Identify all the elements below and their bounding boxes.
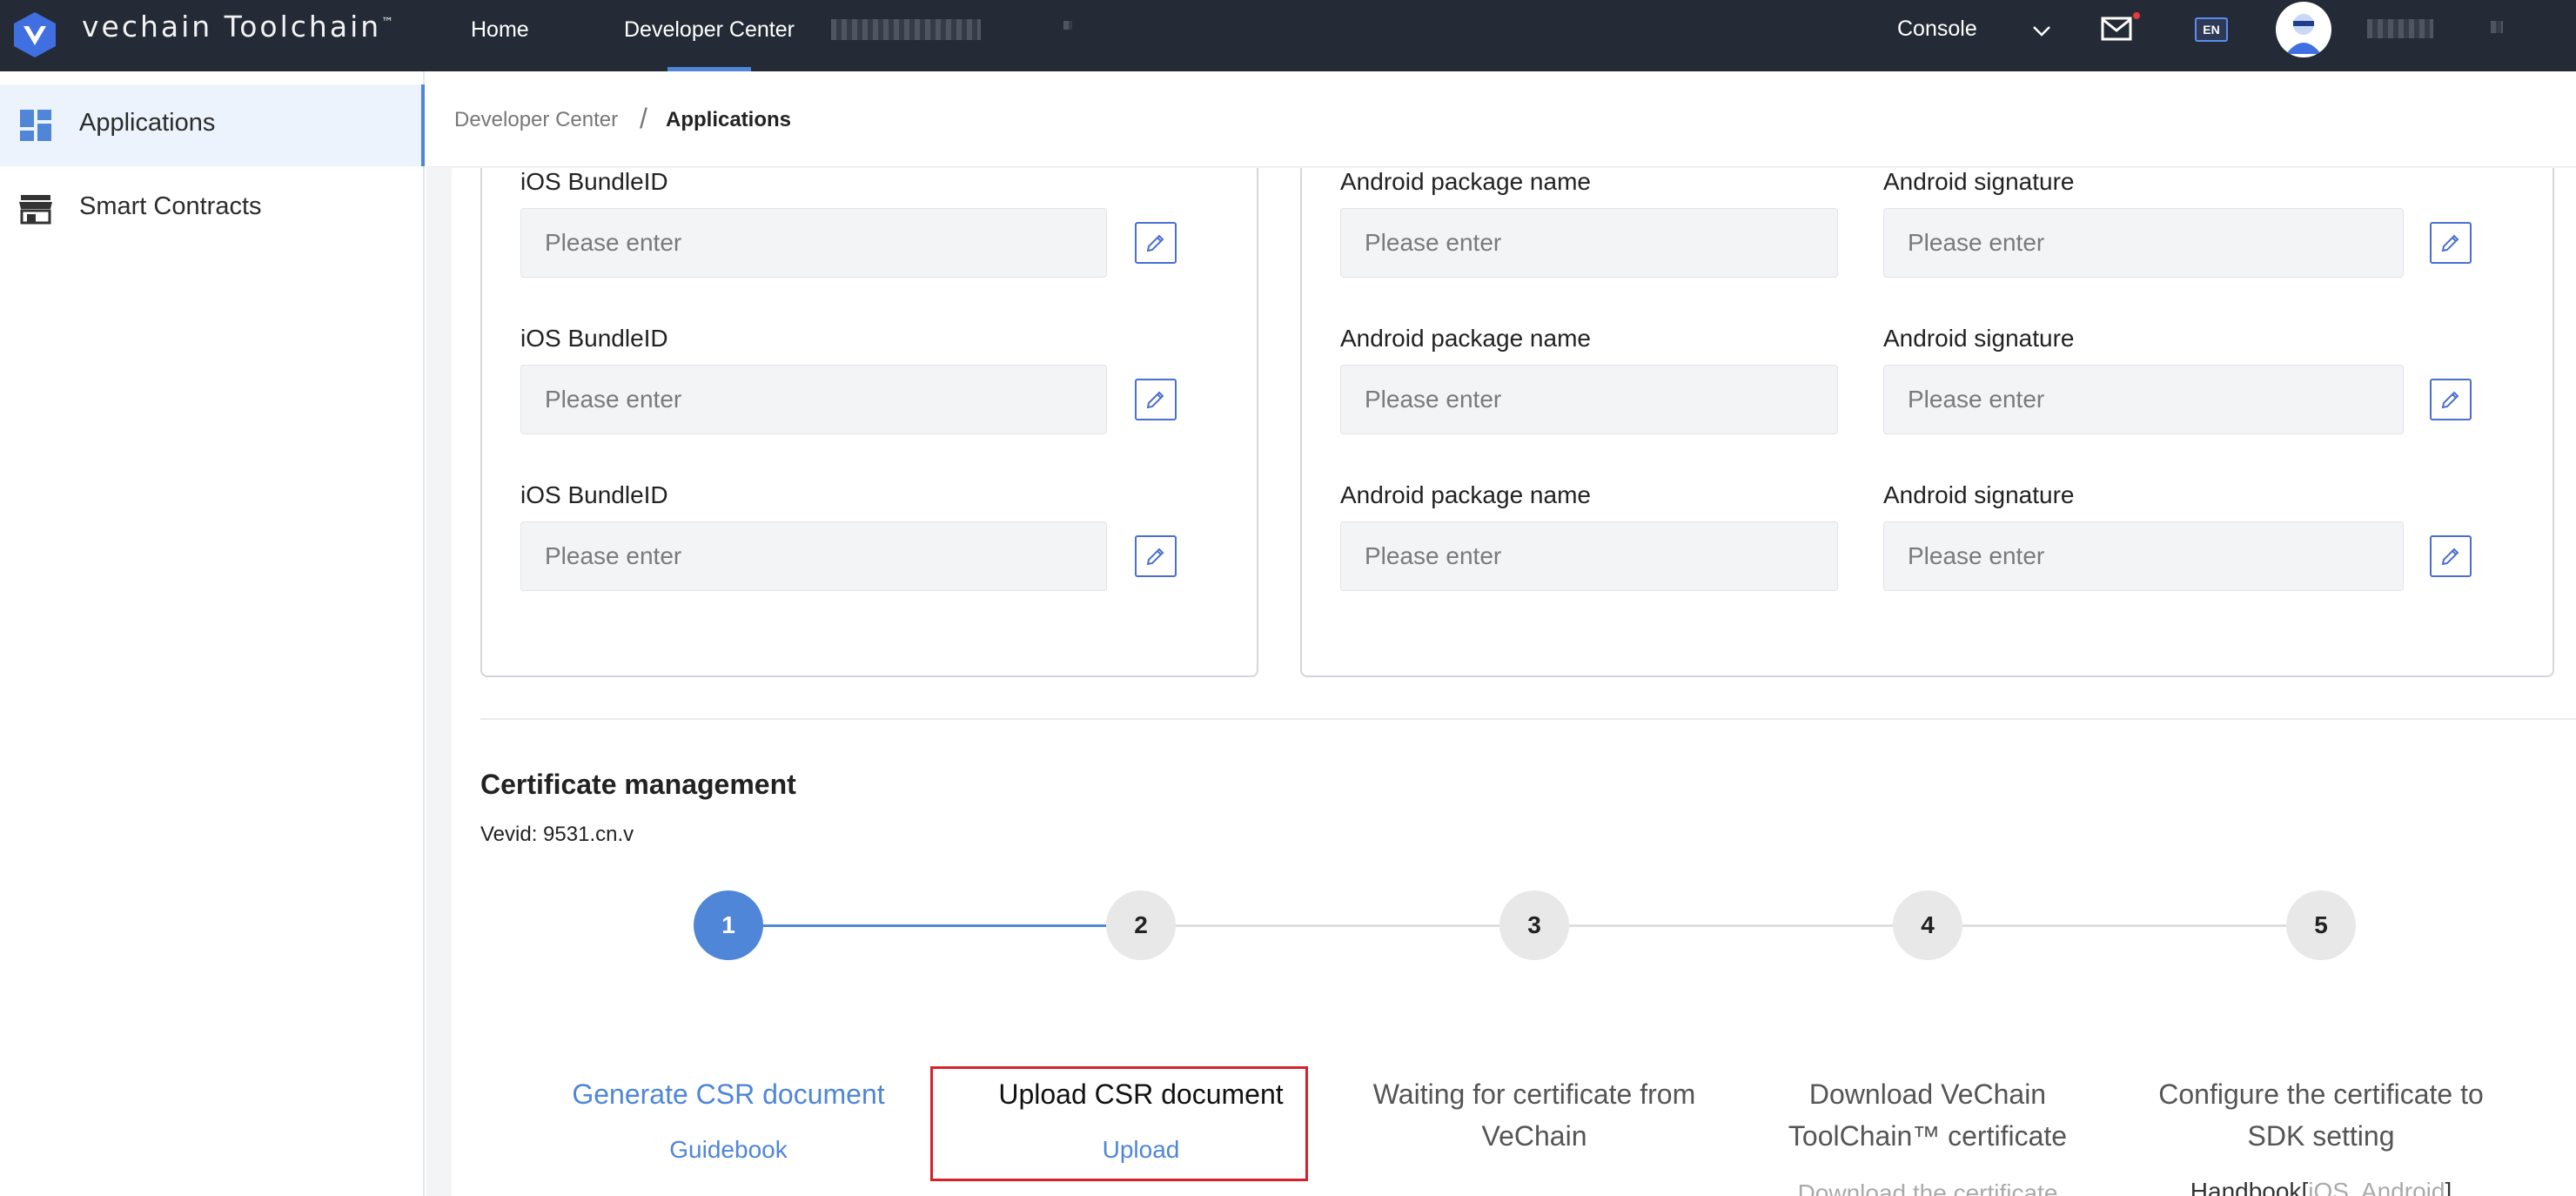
pencil-icon (1146, 234, 1164, 252)
edit-button[interactable] (2430, 535, 2472, 577)
redacted-text (1063, 21, 1072, 30)
handbook-links: Handbook[iOS, Android] (2130, 1178, 2512, 1196)
step-3-circle: 3 (1499, 890, 1569, 960)
redacted-text (2491, 21, 2503, 33)
breadcrumb-developer-center[interactable]: Developer Center (454, 108, 618, 132)
breadcrumb: Developer Center / Applications (426, 71, 2576, 167)
android-package-label: Android package name (1340, 325, 1591, 352)
pencil-icon (2441, 548, 2459, 566)
brand-name[interactable]: vechain Toolchain™ (82, 12, 393, 41)
notification-dot (2133, 12, 2140, 19)
android-signature-label: Android signature (1883, 325, 2075, 352)
step-connector (1569, 924, 1893, 927)
ios-bundleid-input[interactable]: Please enter (520, 365, 1107, 434)
avatar-icon (2286, 14, 2321, 54)
comma: , (2348, 1178, 2361, 1196)
pencil-icon (1146, 391, 1164, 409)
ios-bundleid-input[interactable]: Please enter (520, 521, 1107, 591)
sidebar-item-smart-contracts[interactable]: Smart Contracts (0, 168, 425, 250)
bracket-close: ] (2445, 1178, 2452, 1196)
console-menu[interactable]: Console (1897, 17, 1977, 42)
vechain-logo-icon[interactable] (12, 10, 57, 59)
step-3-title-line2: VeChain (1481, 1120, 1587, 1152)
step-5-circle: 5 (2286, 890, 2356, 960)
certificate-section-title: Certificate management (480, 769, 796, 800)
chevron-down-icon[interactable] (2029, 19, 2054, 44)
guidebook-link[interactable]: Guidebook (537, 1136, 920, 1164)
step-4-circle: 4 (1893, 890, 1962, 960)
ios-bundleid-input[interactable]: Please enter (520, 208, 1107, 278)
pencil-icon (2441, 391, 2459, 409)
redacted-username[interactable] (2367, 19, 2433, 38)
android-signature-label: Android signature (1883, 168, 2075, 195)
sidebar-item-applications[interactable]: Applications (0, 84, 425, 166)
dashboard-icon (20, 110, 51, 141)
download-certificate-link[interactable]: Download the certificate (1736, 1179, 2119, 1196)
step-4-title-line2: ToolChain™ certificate (1788, 1120, 2068, 1152)
breadcrumb-separator: / (640, 103, 647, 134)
android-package-input[interactable]: Please enter (1340, 365, 1838, 434)
ios-bundleid-label: iOS BundleID (520, 481, 668, 508)
android-signature-label: Android signature (1883, 481, 2075, 508)
store-icon (19, 195, 52, 225)
android-package-input[interactable]: Please enter (1340, 208, 1838, 278)
edit-button[interactable] (2430, 379, 2472, 420)
section-divider (480, 718, 2576, 720)
step-3-title: Waiting for certificate from (1372, 1078, 1696, 1110)
vevid-value: Vevid: 9531.cn.v (480, 823, 634, 846)
content-panel: iOS BundleID Please enter iOS BundleID P… (452, 168, 2576, 1196)
android-signature-input[interactable]: Please enter (1883, 208, 2404, 278)
step-4-title: Download VeChain (1808, 1078, 2047, 1110)
step-5-title: Configure the certificate to (2158, 1078, 2484, 1110)
android-package-label: Android package name (1340, 168, 1591, 195)
android-config-box: Android package name Please enter Androi… (1300, 168, 2554, 677)
step-connector (1962, 924, 2286, 927)
android-package-label: Android package name (1340, 481, 1591, 508)
nav-developer-center[interactable]: Developer Center (624, 17, 795, 43)
pencil-icon (1146, 548, 1164, 566)
sidebar-item-label: Applications (79, 109, 216, 137)
step-1-title: Generate CSR document (572, 1078, 885, 1110)
edit-button[interactable] (1135, 379, 1177, 420)
sidebar-item-label: Smart Contracts (79, 192, 262, 220)
highlight-box (930, 1066, 1308, 1181)
redacted-text (831, 19, 981, 40)
step-connector (1176, 924, 1499, 927)
handbook-label: Handbook (2190, 1178, 2302, 1196)
top-bar: vechain Toolchain™ Home Developer Center… (0, 0, 2576, 71)
pencil-icon (2441, 234, 2459, 252)
edit-button[interactable] (2430, 222, 2472, 264)
handbook-ios-link[interactable]: iOS (2308, 1178, 2349, 1196)
main-area: Developer Center / Applications iOS Bund… (426, 71, 2576, 1196)
avatar[interactable] (2276, 2, 2331, 57)
breadcrumb-current: Applications (666, 108, 792, 131)
nav-home[interactable]: Home (471, 17, 529, 43)
edit-button[interactable] (1135, 535, 1177, 577)
ios-bundleid-label: iOS BundleID (520, 325, 668, 352)
ios-config-box: iOS BundleID Please enter iOS BundleID P… (480, 168, 1258, 677)
ios-bundleid-label: iOS BundleID (520, 168, 668, 195)
step-5-title-line2: SDK setting (2247, 1120, 2395, 1152)
android-signature-input[interactable]: Please enter (1883, 521, 2404, 591)
mail-icon[interactable] (2101, 16, 2132, 42)
handbook-android-link[interactable]: Android (2361, 1178, 2445, 1196)
step-2-circle: 2 (1106, 890, 1176, 960)
step-1-circle: 1 (694, 890, 763, 960)
sidebar: Applications Smart Contracts (0, 71, 425, 1196)
android-signature-input[interactable]: Please enter (1883, 365, 2404, 434)
step-connector (763, 924, 1106, 927)
language-switch[interactable]: EN (2195, 17, 2228, 42)
edit-button[interactable] (1135, 222, 1177, 264)
android-package-input[interactable]: Please enter (1340, 521, 1838, 591)
